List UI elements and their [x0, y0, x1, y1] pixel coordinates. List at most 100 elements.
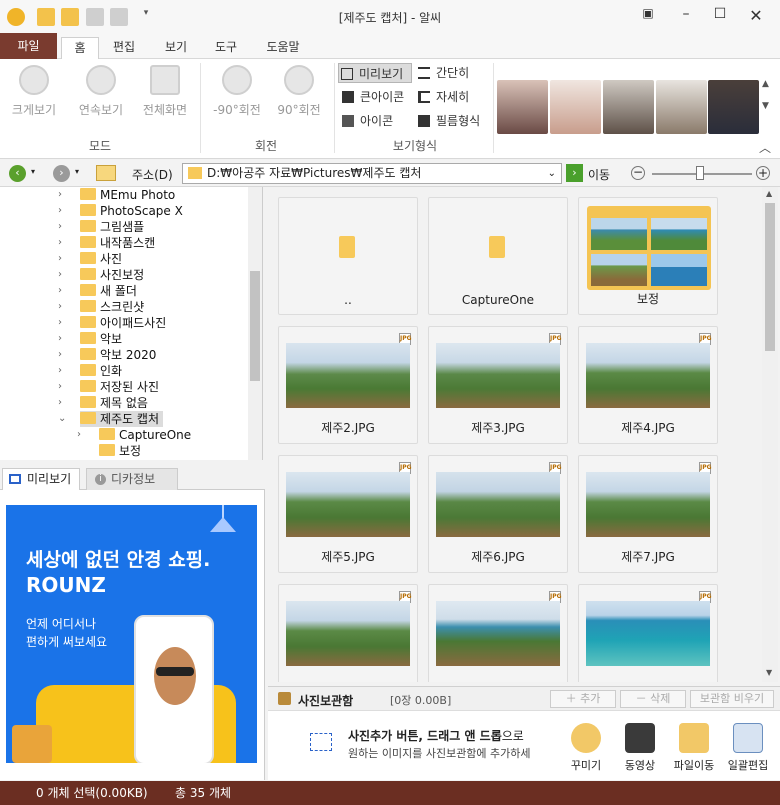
- video-tool-button[interactable]: 동영상: [615, 723, 665, 773]
- scroll-down-icon[interactable]: ▼: [766, 668, 772, 677]
- file-item-folder[interactable]: CaptureOne: [428, 197, 568, 315]
- folder-icon: [339, 236, 355, 258]
- tree-item[interactable]: › 사진: [58, 251, 122, 267]
- tree-item[interactable]: › 저장된 사진: [58, 379, 159, 395]
- tree-item[interactable]: › MEmu Photo: [58, 187, 175, 203]
- tree-item[interactable]: › 내작품스캔: [58, 235, 155, 251]
- forward-icon[interactable]: ›: [53, 165, 70, 182]
- recent-photo-thumbnail[interactable]: [603, 80, 654, 134]
- zoom-out-icon[interactable]: −: [631, 166, 645, 180]
- tree-item[interactable]: › 새 폴더: [58, 283, 137, 299]
- recent-photo-thumbnail[interactable]: [708, 80, 759, 134]
- maximize-button[interactable]: ☐: [708, 6, 732, 26]
- gallery-scroll-down-icon[interactable]: ▼: [762, 101, 769, 111]
- forward-dropdown-icon[interactable]: ▾: [75, 167, 79, 176]
- large-view-button[interactable]: 크게보기: [4, 65, 64, 118]
- view-icons-option[interactable]: 아이콘: [340, 111, 414, 131]
- file-item-image[interactable]: JPG: [278, 584, 418, 682]
- file-item-parent[interactable]: ..: [278, 197, 418, 315]
- tree-item[interactable]: › 스크린샷: [58, 299, 144, 315]
- close-button[interactable]: ✕: [744, 6, 768, 26]
- recent-photo-thumbnail[interactable]: [550, 80, 601, 134]
- go-button[interactable]: 이동: [588, 166, 610, 183]
- lamp-shade: [210, 517, 236, 532]
- go-icon[interactable]: ›: [566, 164, 583, 182]
- collapse-ribbon-icon[interactable]: ︿: [759, 139, 771, 156]
- tree-item[interactable]: › 그림샘플: [58, 219, 144, 235]
- view-simple-option[interactable]: 간단히: [416, 63, 476, 83]
- recent-photo-thumbnail[interactable]: [497, 80, 548, 134]
- view-option-label: 필름형식: [436, 114, 481, 128]
- rotate-right-button[interactable]: 90°회전: [269, 65, 329, 118]
- recent-photo-thumbnail[interactable]: [656, 80, 707, 134]
- move-file-tool-button[interactable]: 파일이동: [669, 723, 719, 773]
- batch-edit-icon: [733, 723, 763, 753]
- file-item-image[interactable]: JPG 제주7.JPG: [578, 455, 718, 573]
- tree-item[interactable]: › 제목 없음: [58, 395, 148, 411]
- view-large-icons-option[interactable]: 큰아이콘: [340, 87, 414, 107]
- view-preview-option[interactable]: 미리보기: [338, 63, 412, 83]
- tool-label: 일괄편집: [727, 759, 769, 772]
- tab-file[interactable]: 파일: [0, 33, 57, 59]
- tree-item[interactable]: › CaptureOne: [77, 427, 191, 443]
- slideshow-button[interactable]: 연속보기: [71, 65, 131, 118]
- group-label-rotate: 회전: [254, 139, 278, 153]
- grid-scrollbar[interactable]: ▲ ▼: [762, 187, 778, 682]
- mini-mode-button[interactable]: ▣: [636, 6, 660, 26]
- tab-home[interactable]: 홈: [61, 37, 99, 59]
- bucket-add-button[interactable]: ＋ 추가: [550, 690, 616, 708]
- back-icon[interactable]: ‹: [9, 165, 26, 182]
- batch-edit-tool-button[interactable]: 일괄편집: [723, 723, 773, 773]
- tab-camera-info[interactable]: i 디카정보: [86, 468, 178, 490]
- view-option-label: 아이콘: [360, 114, 394, 128]
- rotate-right-label: 90°회전: [277, 103, 321, 117]
- tab-tools[interactable]: 도구: [207, 37, 245, 59]
- tree-item[interactable]: › 악보 2020: [58, 347, 156, 363]
- tab-preview[interactable]: 미리보기: [2, 468, 80, 490]
- file-item-image[interactable]: JPG 제주6.JPG: [428, 455, 568, 573]
- fullscreen-button[interactable]: 전체화면: [135, 65, 195, 118]
- file-item-image[interactable]: JPG: [428, 584, 568, 682]
- grid-scrollbar-thumb[interactable]: [765, 203, 775, 351]
- file-item-image[interactable]: JPG: [578, 584, 718, 682]
- tree-item[interactable]: 보정: [99, 443, 141, 459]
- address-dropdown-icon[interactable]: ⌄: [548, 164, 556, 183]
- view-film-option[interactable]: 필름형식: [416, 111, 488, 131]
- preview-icon: [9, 474, 21, 484]
- tree-item[interactable]: › 사진보정: [58, 267, 144, 283]
- tab-edit[interactable]: 편집: [105, 37, 143, 59]
- details-icon: [418, 91, 430, 103]
- back-dropdown-icon[interactable]: ▾: [31, 167, 35, 176]
- file-item-image[interactable]: JPG 제주4.JPG: [578, 326, 718, 444]
- folder-tree: › MEmu Photo › PhotoScape X › 그림샘플 › 내작품스캔 ›…: [0, 187, 263, 460]
- address-input[interactable]: D:₩아공주 자료₩Pictures₩제주도 캡처 ⌄: [182, 163, 562, 184]
- scroll-up-icon[interactable]: ▲: [766, 189, 772, 198]
- advertisement-banner[interactable]: 세상에 없던 안경 쇼핑. ROUNZ 언제 어디서나 편하게 써보세요: [6, 505, 257, 763]
- zoom-slider-handle[interactable]: [696, 166, 704, 180]
- rotate-left-button[interactable]: -90°회전: [207, 65, 267, 118]
- tree-item[interactable]: › PhotoScape X: [58, 203, 183, 219]
- view-details-option[interactable]: 자세히: [416, 87, 476, 107]
- tree-scrollbar[interactable]: [248, 187, 262, 460]
- bucket-empty-button[interactable]: 보관함 비우기: [690, 690, 774, 708]
- up-folder-icon[interactable]: [96, 165, 116, 181]
- file-item-folder[interactable]: 보정: [578, 197, 718, 315]
- tree-item[interactable]: › 악보: [58, 331, 122, 347]
- tree-scrollbar-thumb[interactable]: [250, 271, 260, 381]
- ribbon: 크게보기 연속보기 전체화면 모드 -90°회전 90°회전 회전 미리보기 간…: [0, 59, 780, 159]
- minimize-button[interactable]: –: [674, 6, 698, 26]
- file-item-image[interactable]: JPG 제주5.JPG: [278, 455, 418, 573]
- tab-help[interactable]: 도움말: [258, 37, 308, 59]
- file-item-image[interactable]: JPG 제주3.JPG: [428, 326, 568, 444]
- tree-item[interactable]: › 아이패드사진: [58, 315, 166, 331]
- decorate-tool-button[interactable]: 꾸미기: [561, 723, 611, 773]
- gallery-scroll-up-icon[interactable]: ▲: [762, 79, 769, 89]
- zoom-in-icon[interactable]: +: [756, 166, 770, 180]
- title-bar: ▾ [제주도 캡처] - 알씨 ▣ – ☐ ✕: [0, 0, 780, 33]
- tree-item-selected[interactable]: ⌄ 제주도 캡처: [58, 411, 164, 427]
- bucket-delete-button[interactable]: － 삭제: [620, 690, 686, 708]
- tree-item[interactable]: › 인화: [58, 363, 122, 379]
- bucket-delete-label: 삭제: [650, 692, 671, 705]
- file-item-image[interactable]: JPG 제주2.JPG: [278, 326, 418, 444]
- tab-view[interactable]: 보기: [157, 37, 195, 59]
